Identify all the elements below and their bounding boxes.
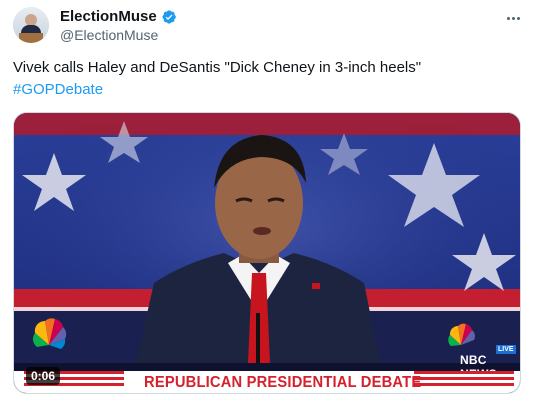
author-handle[interactable]: @ElectionMuse (60, 27, 158, 43)
banner-stripes-right (414, 371, 514, 386)
author-name-row: ElectionMuse (60, 8, 177, 25)
video-timestamp: 0:06 (26, 367, 61, 385)
author-display-name[interactable]: ElectionMuse (60, 8, 157, 25)
more-options-button[interactable] (502, 10, 524, 26)
chyron-banner: REPUBLICAN PRESIDENTIAL DEBATE (14, 371, 520, 393)
tweet-text: Vivek calls Haley and DeSantis "Dick Che… (13, 59, 422, 76)
more-horizontal-icon (506, 16, 510, 20)
banner-text: REPUBLICAN PRESIDENTIAL DEBATE (144, 374, 422, 391)
tweet[interactable]: ElectionMuse @ElectionMuse Vivek calls H… (0, 0, 533, 405)
live-badge: LIVE (496, 345, 516, 354)
video-frame (14, 113, 520, 393)
verified-badge-icon (162, 9, 176, 24)
video-player[interactable]: NBC NEWS LIVE REPUBLICAN PRESIDENTIAL DE… (13, 112, 521, 394)
hashtag-link[interactable]: #GOPDebate (13, 80, 103, 100)
avatar[interactable] (13, 7, 49, 43)
